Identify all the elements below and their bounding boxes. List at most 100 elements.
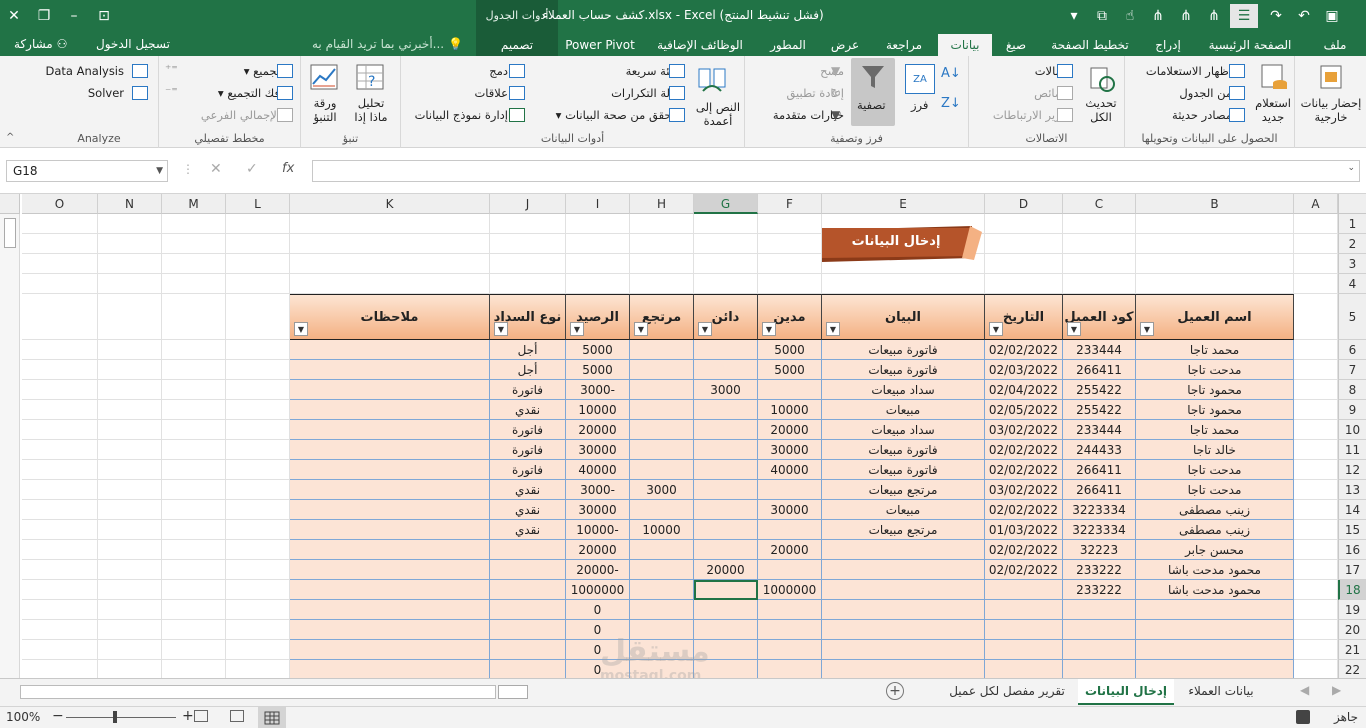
sheet-nav-prev-icon[interactable]: ◀: [1300, 683, 1309, 697]
table-cell[interactable]: محمد تاجا: [1136, 340, 1294, 360]
filter-button[interactable]: تصفية: [851, 58, 895, 126]
table-cell[interactable]: [822, 620, 985, 640]
column-header[interactable]: O: [22, 194, 98, 214]
filter-dropdown-icon[interactable]: ▼: [989, 322, 1003, 336]
zoom-slider[interactable]: [66, 717, 176, 718]
table-cell[interactable]: 20000: [694, 560, 758, 580]
table-cell[interactable]: [1063, 600, 1136, 620]
row-header[interactable]: 13: [1338, 480, 1366, 500]
table-cell[interactable]: [822, 600, 985, 620]
table-cell[interactable]: 02/02/2022: [985, 460, 1063, 480]
table-header-cell[interactable]: البيان ▼: [822, 294, 985, 340]
filter-dropdown-icon[interactable]: ▼: [294, 322, 308, 336]
group-button[interactable]: تجميع ▾: [244, 64, 280, 78]
row-header[interactable]: 16: [1338, 540, 1366, 560]
column-header[interactable]: K: [290, 194, 490, 214]
row-header[interactable]: 4: [1338, 274, 1366, 294]
table-cell[interactable]: 02/02/2022: [985, 560, 1063, 580]
table-cell[interactable]: 20000: [566, 420, 630, 440]
table-cell[interactable]: فاتورة مبيعات: [822, 460, 985, 480]
zoom-thumb[interactable]: [113, 711, 117, 723]
column-header[interactable]: L: [226, 194, 290, 214]
org-chart-icon[interactable]: ⋔: [1200, 4, 1228, 28]
table-cell[interactable]: [290, 340, 490, 360]
table-cell[interactable]: [630, 580, 694, 600]
table-cell[interactable]: [758, 480, 822, 500]
table-cell[interactable]: [758, 600, 822, 620]
row-header[interactable]: 21: [1338, 640, 1366, 660]
table-cell[interactable]: 10000-: [566, 520, 630, 540]
table-cell[interactable]: [290, 420, 490, 440]
row-header[interactable]: 6: [1338, 340, 1366, 360]
add-sheet-icon[interactable]: +: [886, 682, 904, 700]
table-cell[interactable]: [822, 540, 985, 560]
table-cell[interactable]: [490, 660, 566, 678]
table-cell[interactable]: [290, 560, 490, 580]
table-cell[interactable]: [290, 620, 490, 640]
filter-dropdown-icon[interactable]: ▼: [1140, 322, 1154, 336]
table-cell[interactable]: [290, 660, 490, 678]
table-cell[interactable]: مدحت تاجا: [1136, 480, 1294, 500]
table-cell[interactable]: 266411: [1063, 480, 1136, 500]
table-cell[interactable]: 40000: [566, 460, 630, 480]
zoom-in-icon[interactable]: +: [182, 708, 194, 724]
horizontal-scrollbar[interactable]: [20, 685, 511, 699]
select-all-corner[interactable]: [1338, 194, 1366, 214]
get-external-button[interactable]: إحضار بيانات خارجية: [1299, 96, 1363, 124]
table-cell[interactable]: مرتجع مبيعات: [822, 480, 985, 500]
table-cell[interactable]: [630, 560, 694, 580]
tab-power-pivot[interactable]: Power Pivot: [560, 34, 640, 56]
table-cell[interactable]: [630, 400, 694, 420]
ungroup-button[interactable]: فك التجميع ▾: [218, 86, 280, 100]
more-icon[interactable]: ▾: [1060, 4, 1088, 28]
table-cell[interactable]: [630, 440, 694, 460]
sheet-tab-customers[interactable]: بيانات العملاء: [1178, 679, 1264, 705]
table-cell[interactable]: 233222: [1063, 560, 1136, 580]
table-cell[interactable]: [290, 400, 490, 420]
filter-dropdown-icon[interactable]: ▼: [1067, 322, 1081, 336]
tab-developer[interactable]: المطور: [760, 34, 816, 56]
table-cell[interactable]: [1136, 620, 1294, 640]
table-header-cell[interactable]: الرصيد ▼: [566, 294, 630, 340]
table-cell[interactable]: [630, 600, 694, 620]
sign-in-link[interactable]: تسجيل الدخول: [96, 37, 170, 51]
table-cell[interactable]: 255422: [1063, 380, 1136, 400]
tab-review[interactable]: مراجعة: [874, 34, 934, 56]
column-header[interactable]: C: [1063, 194, 1136, 214]
column-header[interactable]: N: [98, 194, 162, 214]
cancel-icon[interactable]: ✕: [210, 161, 222, 177]
table-cell[interactable]: نقدي: [490, 400, 566, 420]
column-header[interactable]: D: [985, 194, 1063, 214]
table-cell[interactable]: [758, 640, 822, 660]
save-icon[interactable]: ▣: [1318, 4, 1346, 28]
table-cell[interactable]: 02/02/2022: [985, 340, 1063, 360]
table-cell[interactable]: [758, 520, 822, 540]
table-cell[interactable]: [290, 500, 490, 520]
table-cell[interactable]: 20000: [758, 420, 822, 440]
tab-home[interactable]: الصفحة الرئيسية: [1196, 34, 1304, 56]
column-header[interactable]: G: [694, 194, 758, 214]
mouse-mode-icon[interactable]: ⧉: [1088, 4, 1116, 28]
row-header[interactable]: 22: [1338, 660, 1366, 678]
table-cell[interactable]: زينب مصطفى: [1136, 500, 1294, 520]
table-cell[interactable]: 02/02/2022: [985, 440, 1063, 460]
table-cell[interactable]: [694, 460, 758, 480]
table-cell[interactable]: 1000000: [566, 580, 630, 600]
table-cell[interactable]: 233444: [1063, 420, 1136, 440]
table-cell[interactable]: [822, 660, 985, 678]
sheet-tab-entry[interactable]: إدخال البيانات: [1078, 679, 1174, 705]
table-cell[interactable]: [758, 560, 822, 580]
row-header[interactable]: 17: [1338, 560, 1366, 580]
worksheet-grid[interactable]: ONMLKJIHGFEDCBA 1 2 3 4 5 6 7 8 9 10 11 12 13 14 15 16 1…: [0, 194, 1366, 678]
table-cell[interactable]: [1136, 600, 1294, 620]
table-cell[interactable]: 02/02/2022: [985, 500, 1063, 520]
table-cell[interactable]: [630, 420, 694, 440]
menu-icon[interactable]: ☰: [1230, 4, 1258, 28]
table-cell[interactable]: 40000: [758, 460, 822, 480]
normal-view-icon[interactable]: [258, 707, 286, 728]
subtotal-button[interactable]: الإجمالي الفرعي: [201, 108, 280, 122]
table-cell[interactable]: أجل: [490, 360, 566, 380]
table-cell[interactable]: [694, 420, 758, 440]
table-cell[interactable]: فاتورة مبيعات: [822, 440, 985, 460]
table-cell[interactable]: [290, 440, 490, 460]
